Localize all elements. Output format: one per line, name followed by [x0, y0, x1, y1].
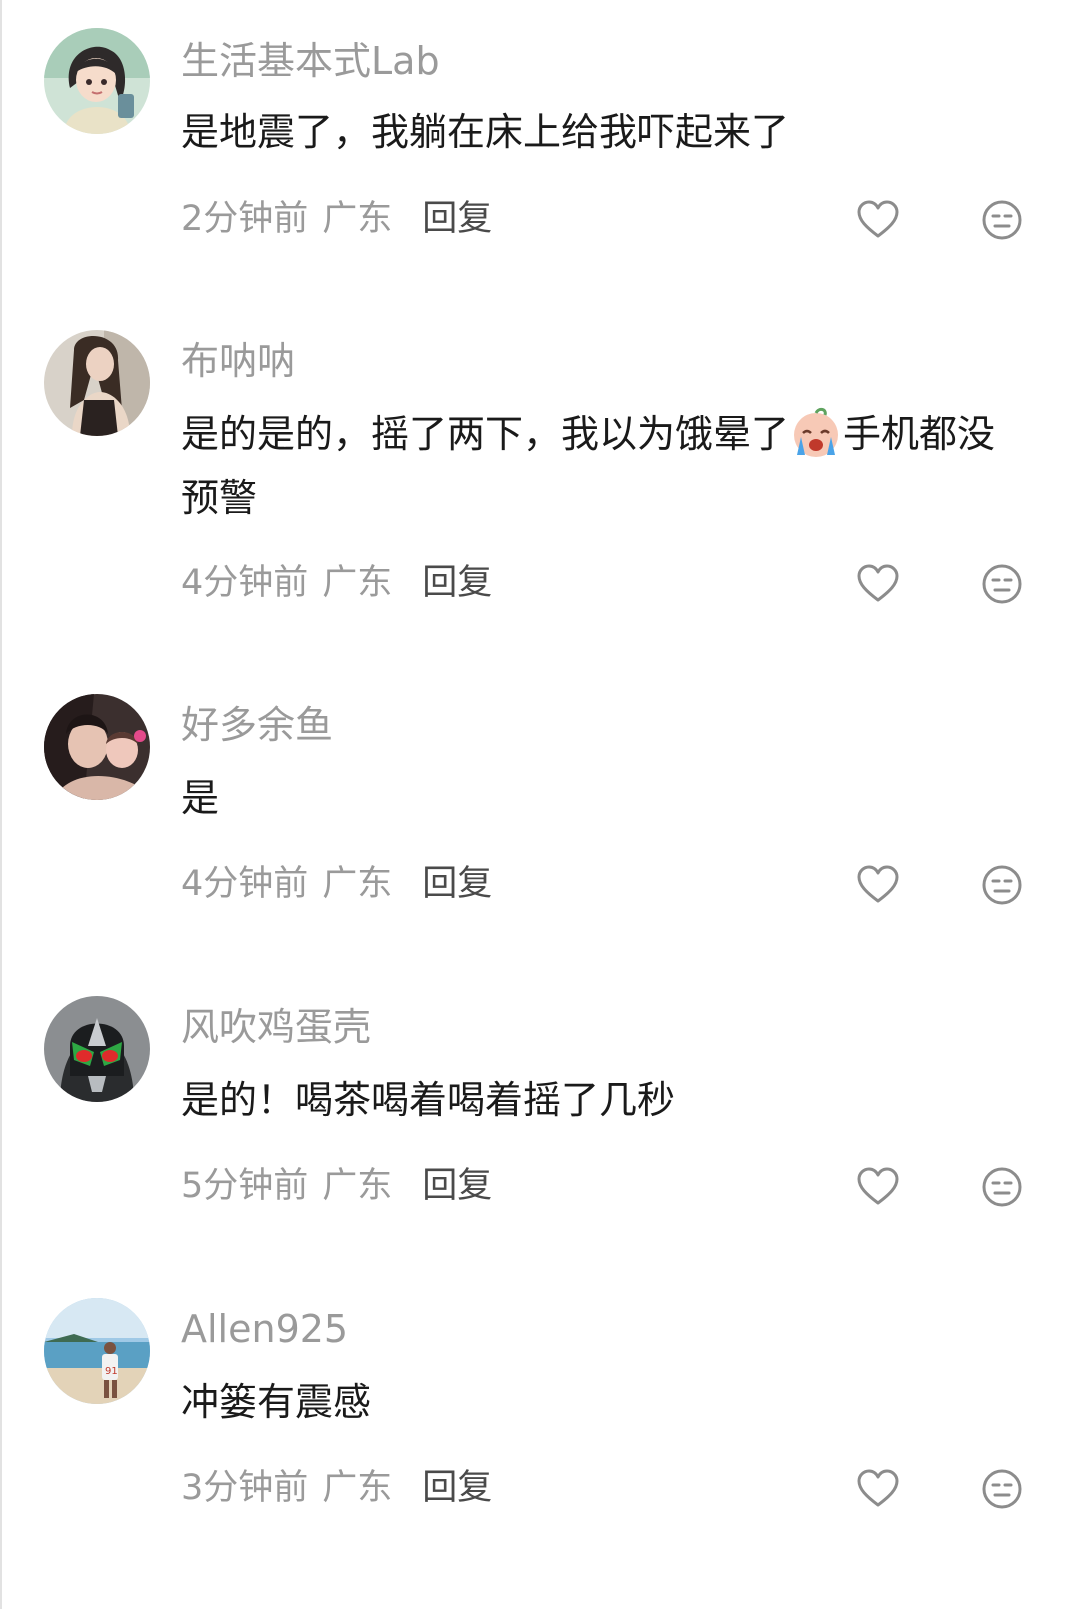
- username[interactable]: 生活基本式Lab: [181, 42, 440, 80]
- neutral-face-icon[interactable]: [980, 1467, 1024, 1511]
- comment-time: 2分钟前: [181, 199, 309, 239]
- neutral-face-icon[interactable]: [980, 562, 1024, 606]
- comment-text: 是: [181, 776, 220, 820]
- heart-outline-icon[interactable]: [856, 1467, 900, 1511]
- username[interactable]: 好多余鱼: [181, 706, 333, 744]
- comment-text: 是的！喝茶喝着喝着摇了几秒: [181, 1078, 676, 1122]
- reply-button[interactable]: 回复: [422, 563, 492, 603]
- comment-text: 是的是的，摇了两下，我以为饿晕了 手机都没预警: [181, 402, 1021, 530]
- comment-meta: 5分钟前 广东 回复: [181, 1169, 492, 1204]
- avatar[interactable]: 91: [44, 1298, 150, 1404]
- crying-face-emoji: [789, 405, 843, 459]
- comment-text-part: 是的是的，摇了两下，我以为饿晕了: [181, 412, 790, 456]
- heart-outline-icon[interactable]: [856, 198, 900, 242]
- comment-time: 4分钟前: [181, 563, 309, 603]
- svg-text:91: 91: [105, 1366, 118, 1377]
- heart-outline-icon[interactable]: [856, 1165, 900, 1209]
- comment-meta: 4分钟前 广东 回复: [181, 566, 492, 601]
- neutral-face-icon[interactable]: [980, 1165, 1024, 1209]
- username[interactable]: 风吹鸡蛋壳: [181, 1008, 371, 1046]
- username[interactable]: 布呐呐: [181, 342, 295, 380]
- comment-region: 广东: [322, 864, 393, 904]
- comment-text: 冲篓有震感: [181, 1380, 372, 1424]
- comment-region: 广东: [322, 1468, 393, 1508]
- avatar[interactable]: [44, 694, 150, 800]
- comment-region: 广东: [322, 563, 393, 603]
- comment-region: 广东: [322, 1166, 393, 1206]
- reply-button[interactable]: 回复: [422, 1468, 492, 1508]
- comment-region: 广东: [322, 199, 393, 239]
- selfie-photo-avatar: [44, 694, 150, 800]
- girl-photo-avatar: [44, 330, 150, 436]
- username[interactable]: Allen925: [181, 1310, 348, 1348]
- comment-meta: 2分钟前 广东 回复: [181, 202, 492, 237]
- comment-time: 3分钟前: [181, 1468, 309, 1508]
- comment-time: 4分钟前: [181, 864, 309, 904]
- neutral-face-icon[interactable]: [980, 863, 1024, 907]
- avatar[interactable]: [44, 28, 150, 134]
- reply-button[interactable]: 回复: [422, 199, 492, 239]
- avatar[interactable]: [44, 330, 150, 436]
- avatar[interactable]: [44, 996, 150, 1102]
- comment-time: 5分钟前: [181, 1166, 309, 1206]
- comment-meta: 4分钟前 广东 回复: [181, 867, 492, 902]
- reply-button[interactable]: 回复: [422, 864, 492, 904]
- heart-outline-icon[interactable]: [856, 562, 900, 606]
- cartoon-girl-avatar: [44, 28, 150, 134]
- masked-hero-avatar: [44, 996, 150, 1102]
- left-edge-border: [0, 0, 2, 1609]
- heart-outline-icon[interactable]: [856, 863, 900, 907]
- neutral-face-icon[interactable]: [980, 198, 1024, 242]
- beach-photo-avatar: 91: [44, 1298, 150, 1404]
- comment-meta: 3分钟前 广东 回复: [181, 1471, 492, 1506]
- comment-text: 是地震了，我躺在床上给我吓起来了: [181, 110, 790, 154]
- reply-button[interactable]: 回复: [422, 1166, 492, 1206]
